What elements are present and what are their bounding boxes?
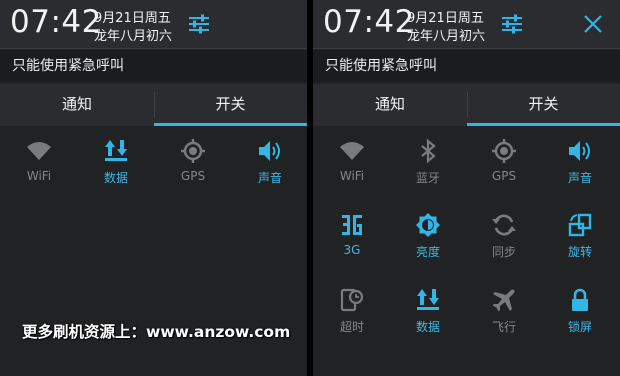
lunar-date: 龙年八月初六 [407,29,486,44]
data-icon [417,289,439,310]
rotate-icon [568,213,592,237]
toggle-label: WiFi [339,169,365,183]
sync-icon [492,214,516,236]
notification-panel-left: 07:42 9月21日周五 龙年八月初六 只能使用紧急呼叫 通知 开关 WiFi… [0,0,307,376]
toggle-label: 锁屏 [567,320,592,334]
toggle-label: 超时 [339,320,364,334]
toggle-lockscreen[interactable]: 锁屏 [542,287,618,335]
emergency-call-notice: 只能使用紧急呼叫 [313,50,620,82]
airplane-icon [492,289,515,312]
timeout-icon [340,288,364,312]
tab-toggles[interactable]: 开关 [154,84,307,126]
tab-divider [467,92,468,118]
toggle-label: 声音 [567,171,592,185]
gps-icon [492,139,516,163]
settings-sliders-icon[interactable] [500,13,524,35]
toggle-3g[interactable]: 3G [314,212,390,257]
emergency-call-notice: 只能使用紧急呼叫 [0,50,307,82]
clock: 07:42 [323,4,415,40]
toggle-data[interactable]: 数据 [390,287,466,335]
toggle-label: WiFi [26,169,52,183]
lunar-date: 龙年八月初六 [94,29,173,44]
toggle-sync[interactable]: 同步 [466,212,542,260]
sound-icon [569,141,590,161]
toggle-label: 同步 [491,245,516,259]
toggle-label: GPS [180,169,206,183]
data-icon [105,140,127,161]
toggle-rotate[interactable]: 旋转 [542,212,618,260]
toggle-brightness[interactable]: 亮度 [390,212,466,260]
toggle-label: 3G [343,243,361,257]
brightness-icon [416,213,440,237]
clock: 07:42 [10,4,102,40]
date: 9月21日周五 [407,11,484,26]
toggle-wifi[interactable]: WiFi [314,138,390,183]
tab-bar: 通知 开关 [313,84,620,126]
toggle-label: 数据 [415,320,440,334]
sound-icon [259,141,280,161]
tab-notifications[interactable]: 通知 [0,84,154,126]
tab-bar: 通知 开关 [0,84,307,126]
watermark-text: 更多刷机资源上：www.anzow.com [22,323,291,341]
toggle-label: 飞行 [491,320,516,334]
toggle-label: 亮度 [415,245,440,259]
wifi-icon [27,142,51,160]
gps-icon [181,139,205,163]
toggle-data[interactable]: 数据 [78,138,154,186]
toggle-label: 蓝牙 [415,171,440,185]
toggle-timeout[interactable]: 超时 [314,287,390,335]
toggle-bluetooth[interactable]: 蓝牙 [390,138,466,186]
status-header: 07:42 9月21日周五 龙年八月初六 [313,0,620,49]
toggle-airplane[interactable]: 飞行 [466,287,542,335]
toggle-label: 旋转 [567,245,592,259]
toggle-wifi[interactable]: WiFi [1,138,77,183]
toggle-label: 数据 [103,171,128,185]
date: 9月21日周五 [94,11,171,26]
status-header: 07:42 9月21日周五 龙年八月初六 [0,0,307,49]
toggle-label: 声音 [257,171,282,185]
toggle-sound[interactable]: 声音 [232,138,307,186]
toggle-sound[interactable]: 声音 [542,138,618,186]
close-icon[interactable] [581,12,605,36]
tab-notifications[interactable]: 通知 [313,84,467,126]
toggle-label: GPS [491,169,517,183]
toggle-gps[interactable]: GPS [466,138,542,183]
settings-sliders-icon[interactable] [187,13,211,35]
lock-icon [572,288,588,311]
toggle-gps[interactable]: GPS [155,138,231,183]
wifi-icon [340,142,364,160]
tab-divider [154,92,155,118]
3g-icon [342,215,362,235]
tab-toggles[interactable]: 开关 [467,84,620,126]
bluetooth-icon [421,138,436,164]
notification-panel-right: 07:42 9月21日周五 龙年八月初六 只能使用紧急呼叫 通知 开关 WiFi… [313,0,620,376]
